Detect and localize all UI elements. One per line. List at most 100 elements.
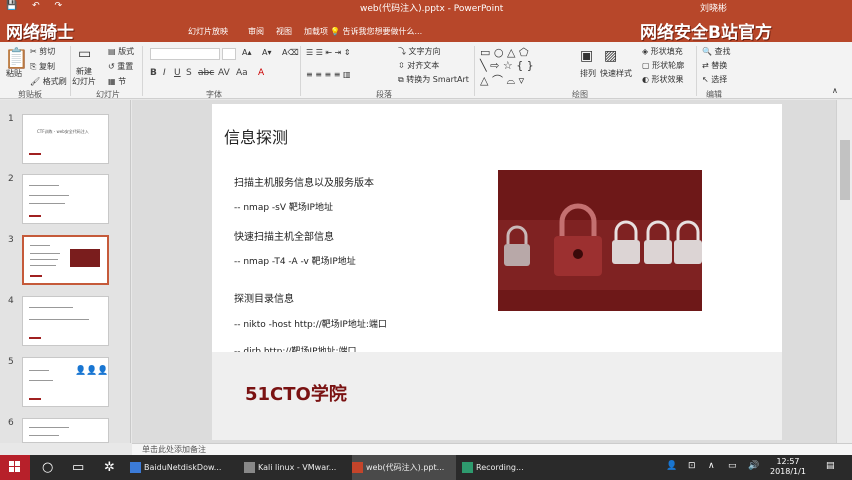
- font-color-icon[interactable]: A: [258, 68, 264, 78]
- shape-fill-button[interactable]: ◈ 形状填充: [642, 46, 683, 57]
- tab-addins[interactable]: 加载项: [304, 26, 328, 37]
- format-painter-button[interactable]: 🖌 格式刷: [30, 76, 67, 87]
- search-icon[interactable]: ○: [42, 460, 53, 475]
- arrange-icon[interactable]: ▣: [580, 48, 593, 64]
- system-clock[interactable]: 12:57 2018/1/1: [770, 457, 806, 477]
- slide-text-3[interactable]: 探测目录信息: [234, 290, 294, 305]
- separator: [142, 46, 143, 96]
- shadow-icon[interactable]: S: [186, 68, 192, 78]
- arrange-button[interactable]: 排列: [580, 68, 596, 79]
- slide-title[interactable]: 信息探测: [224, 124, 288, 148]
- char-spacing-icon[interactable]: AV: [218, 68, 230, 78]
- thumb-line: [29, 370, 49, 371]
- bold-icon[interactable]: B: [150, 68, 157, 78]
- copy-button[interactable]: ⎘ 复制: [30, 61, 55, 72]
- thumb-number: 3: [8, 235, 14, 245]
- people-icon[interactable]: 👤: [666, 461, 677, 471]
- clear-format-icon[interactable]: A⌫: [282, 48, 299, 57]
- copy-label: 复制: [38, 62, 55, 71]
- clock-time: 12:57: [776, 457, 800, 466]
- shape-outline-label: 形状轮廓: [652, 61, 685, 70]
- font-size-select[interactable]: [222, 48, 236, 60]
- task-label: Recording...: [476, 463, 524, 472]
- network-icon[interactable]: ⊡: [688, 461, 696, 471]
- thumb-logo: [29, 337, 41, 339]
- align-text-label: 对齐文本: [407, 61, 440, 70]
- new-slide-button-line2[interactable]: 幻灯片: [72, 76, 96, 87]
- font-name-select[interactable]: [150, 48, 220, 60]
- find-label: 查找: [714, 47, 731, 56]
- quick-styles-icon[interactable]: ▨: [604, 48, 617, 64]
- paste-icon[interactable]: 📋: [4, 46, 29, 70]
- task-powerpoint[interactable]: web(代码注入).ppt...: [352, 455, 456, 480]
- vertical-scrollbar[interactable]: [836, 100, 852, 443]
- layout-button[interactable]: ▤ 版式: [108, 46, 134, 57]
- replace-button[interactable]: ⇄ 替换: [702, 60, 727, 71]
- tab-review[interactable]: 审阅: [248, 26, 264, 37]
- collapse-ribbon-icon[interactable]: ∧: [832, 86, 838, 95]
- chevron-up-icon[interactable]: ∧: [708, 461, 715, 471]
- reset-button[interactable]: ↺ 重置: [108, 61, 133, 72]
- padlock-image[interactable]: [498, 170, 702, 311]
- strikethrough-icon[interactable]: abc: [198, 68, 214, 78]
- paste-button[interactable]: 粘贴: [6, 68, 22, 79]
- font-grow-icon[interactable]: A▴: [242, 48, 252, 57]
- bullets-icon[interactable]: ☰ ☰ ⇤ ⇥ ⇕: [306, 48, 351, 57]
- select-button[interactable]: ↖ 选择: [702, 74, 727, 85]
- group-label-editing: 编辑: [706, 90, 722, 99]
- change-case-icon[interactable]: Aa: [236, 68, 248, 78]
- text-direction-button[interactable]: ⤵ 文字方向: [398, 46, 441, 57]
- slide-thumbnail-1[interactable]: CTF训练 - web安全代码注入: [22, 114, 109, 164]
- thumb-line: [29, 319, 89, 320]
- shape-outline-button[interactable]: ▢ 形状轮廓: [642, 60, 684, 71]
- task-vmware[interactable]: Kali linux - VMwar...: [244, 455, 348, 480]
- italic-icon[interactable]: I: [163, 68, 166, 78]
- separator: [300, 46, 301, 96]
- watermark-left: 网络骑士: [6, 23, 74, 43]
- tab-view[interactable]: 视图: [276, 26, 292, 37]
- user-name[interactable]: 刘晓彬: [700, 1, 727, 14]
- align-icons[interactable]: ≡ ≡ ≡ ≡ ▥: [306, 70, 351, 79]
- thumb-number: 5: [8, 357, 14, 367]
- start-button[interactable]: [0, 455, 30, 480]
- section-button[interactable]: ▦ 节: [108, 76, 126, 87]
- cut-button[interactable]: ✂ 剪切: [30, 46, 55, 57]
- format-painter-label: 格式刷: [42, 77, 67, 86]
- task-baidunetdisk[interactable]: BaiduNetdiskDow...: [130, 455, 238, 480]
- app-icon[interactable]: ✲: [104, 460, 115, 475]
- tell-me-search[interactable]: 💡 告诉我您想要做什么...: [330, 26, 422, 37]
- notifications-icon[interactable]: ▤: [826, 461, 835, 471]
- battery-icon[interactable]: ▭: [728, 461, 737, 471]
- taskbar: ○ ▭ ✲ BaiduNetdiskDow... Kali linux - VM…: [0, 455, 852, 480]
- font-shrink-icon[interactable]: A▾: [262, 48, 272, 57]
- slide-thumbnail-6[interactable]: [22, 418, 109, 443]
- volume-icon[interactable]: 🔊: [748, 461, 759, 471]
- quick-access-toolbar[interactable]: 💾 ↶ ↷: [6, 1, 68, 11]
- align-text-button[interactable]: ⇳ 对齐文本: [398, 60, 439, 71]
- slide-cmd-3[interactable]: -- nikto -host http://靶场IP地址:端口: [234, 317, 387, 330]
- task-recording[interactable]: Recording...: [462, 455, 542, 480]
- slide-thumbnail-4[interactable]: [22, 296, 109, 346]
- current-slide[interactable]: 信息探测 扫描主机服务信息以及服务版本 -- nmap -sV 靶场IP地址 快…: [212, 104, 782, 440]
- smartart-button[interactable]: ⧉ 转换为 SmartArt: [398, 74, 469, 85]
- shape-effects-button[interactable]: ◐ 形状效果: [642, 74, 684, 85]
- thumb-line: [30, 265, 56, 266]
- underline-icon[interactable]: U: [174, 68, 181, 78]
- slide-cmd-2[interactable]: -- nmap -T4 -A -v 靶场IP地址: [234, 254, 356, 267]
- quick-styles-button[interactable]: 快速样式: [600, 68, 632, 79]
- tab-slideshow[interactable]: 幻灯片放映: [188, 26, 228, 37]
- thumb-line: [29, 185, 59, 186]
- slide-thumbnail-5[interactable]: 👤👤👤: [22, 357, 109, 407]
- task-label: Kali linux - VMwar...: [258, 463, 337, 472]
- slide-text-2[interactable]: 快速扫描主机全部信息: [234, 228, 334, 243]
- new-slide-icon[interactable]: ▭: [78, 46, 91, 62]
- shapes-gallery[interactable]: ▭ ○ △ ⬠ ╲ ⇨ ☆ { } △ ⌒ ⌓ ▿: [480, 46, 534, 88]
- find-button[interactable]: 🔍 查找: [702, 46, 731, 57]
- task-view-icon[interactable]: ▭: [72, 460, 84, 475]
- notes-pane[interactable]: 单击此处添加备注: [132, 443, 852, 455]
- scrollbar-thumb[interactable]: [840, 140, 850, 200]
- slide-text-1[interactable]: 扫描主机服务信息以及服务版本: [234, 174, 374, 189]
- slide-thumbnail-3[interactable]: [22, 235, 109, 285]
- slide-cmd-1[interactable]: -- nmap -sV 靶场IP地址: [234, 200, 333, 213]
- slide-thumbnail-2[interactable]: [22, 174, 109, 224]
